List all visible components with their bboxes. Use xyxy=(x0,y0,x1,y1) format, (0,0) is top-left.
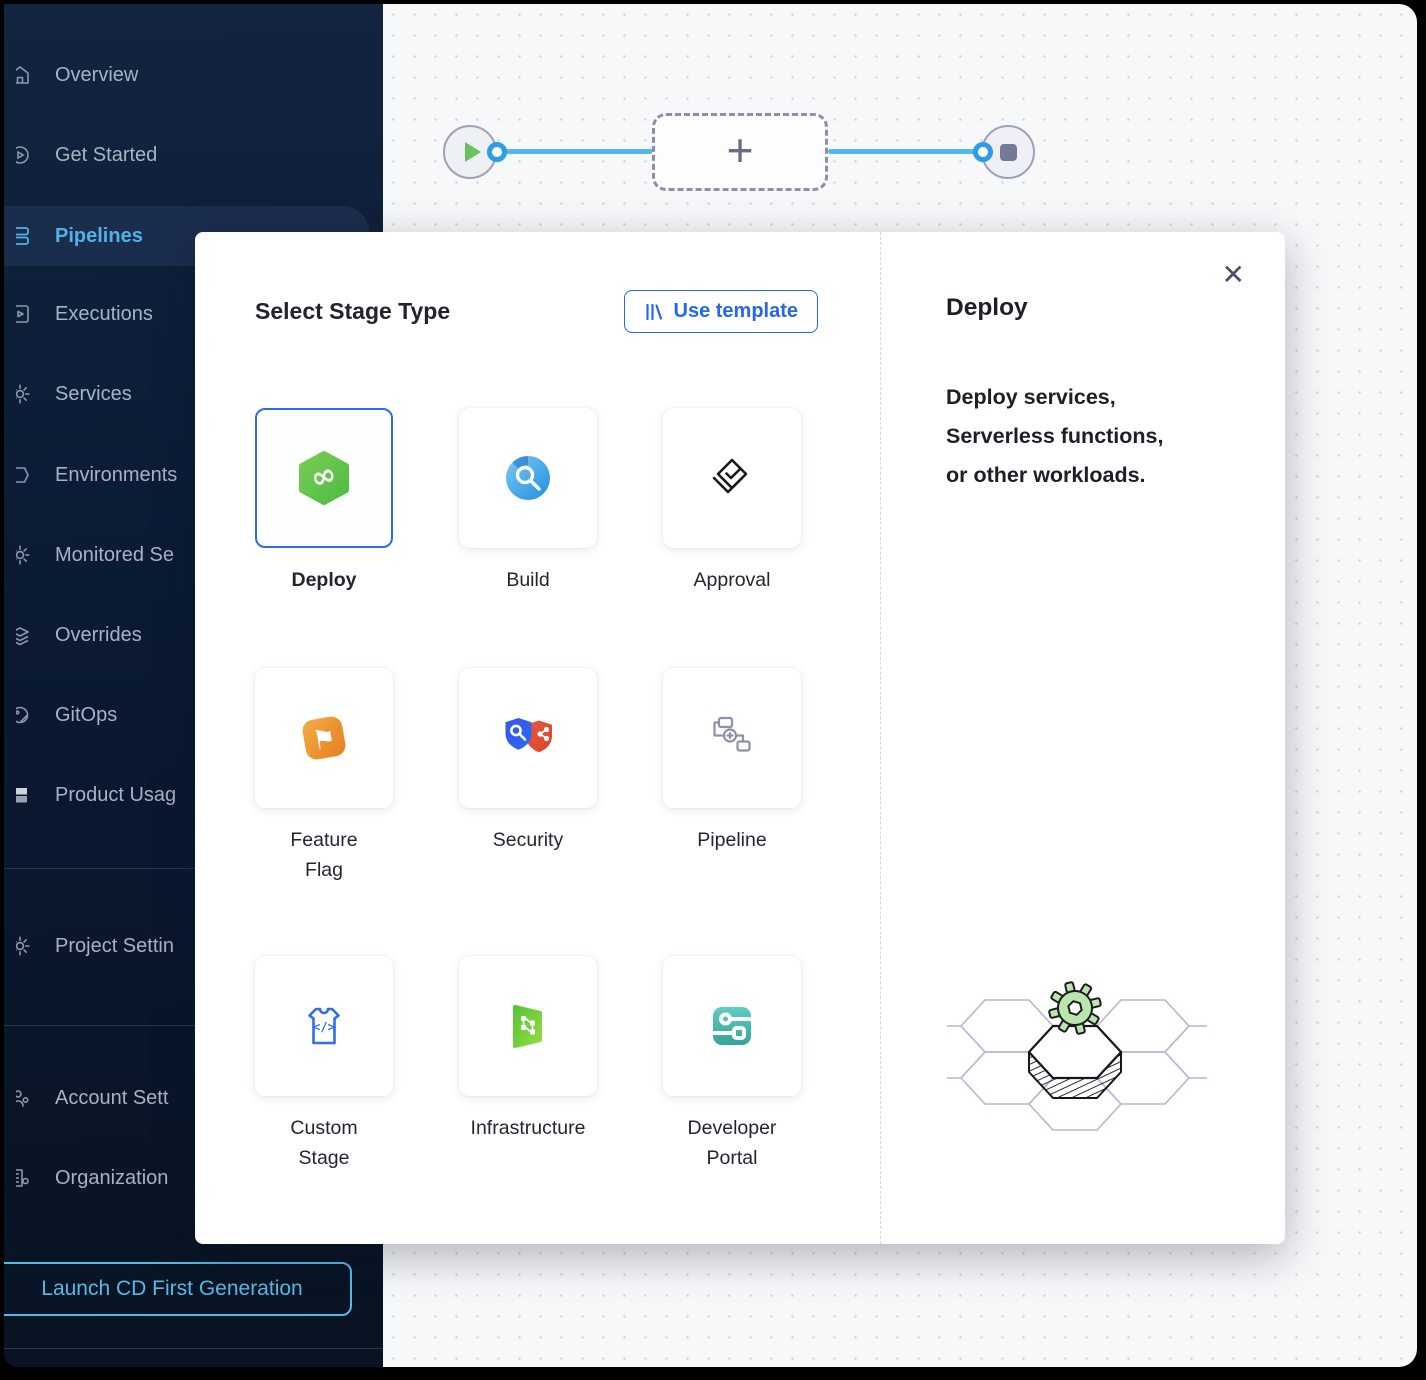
stage-label: Custom Stage xyxy=(239,1113,409,1173)
start-node-port[interactable] xyxy=(487,142,507,162)
app-window: + Overview Get Started Pipelines Executi… xyxy=(0,0,1426,1380)
stage-card-feature-flag[interactable]: ⚑ Feature Flag xyxy=(255,668,393,956)
deploy-stage-icon: ∞ xyxy=(296,450,352,506)
sidebar-item-label: Services xyxy=(55,383,132,406)
stage-card-developer-portal[interactable]: Developer Portal xyxy=(663,956,801,1173)
sidebar-item-label: Overview xyxy=(55,64,138,87)
stage-label: Developer Portal xyxy=(647,1113,817,1173)
plus-icon: + xyxy=(727,127,754,173)
stage-card-infrastructure[interactable]: Infrastructure xyxy=(459,956,597,1173)
product-usage-icon xyxy=(16,783,36,807)
use-template-button[interactable]: Use template xyxy=(624,290,819,333)
sidebar-item-label: GitOps xyxy=(55,704,117,727)
sidebar-item-label: Environments xyxy=(55,464,177,487)
sidebar-item-label: Overrides xyxy=(55,624,142,647)
stage-detail-title: Deploy xyxy=(946,294,1285,322)
sidebar-item-label: Get Started xyxy=(55,144,157,167)
sidebar-item-get-started[interactable]: Get Started xyxy=(4,133,383,177)
stage-card-deploy[interactable]: ∞ Deploy xyxy=(255,408,393,668)
stage-card-build[interactable]: Build xyxy=(459,408,597,668)
stage-label: Build xyxy=(443,565,613,595)
connector-line xyxy=(828,149,976,154)
custom-stage-icon: </> xyxy=(296,998,352,1054)
stage-detail-description: Deploy services, Serverless functions, o… xyxy=(946,378,1257,495)
sidebar-item-label: Project Settin xyxy=(55,935,174,958)
stage-detail-panel: ✕ Deploy Deploy services, Serverless fun… xyxy=(880,232,1285,1244)
svg-text:</>: </> xyxy=(313,1020,335,1034)
pipeline-stage-icon xyxy=(704,710,760,766)
pipelines-icon xyxy=(16,224,36,248)
infrastructure-stage-icon xyxy=(500,998,556,1054)
monitored-services-icon xyxy=(16,543,36,567)
select-stage-type-modal: Select Stage Type Use template ∞ Deploy xyxy=(195,232,1285,1244)
end-node-port[interactable] xyxy=(973,142,993,162)
stage-label: Feature Flag xyxy=(239,825,409,885)
stage-card-custom-stage[interactable]: </> Custom Stage xyxy=(255,956,393,1173)
developer-portal-stage-icon xyxy=(704,998,760,1054)
get-started-icon xyxy=(16,143,36,167)
sidebar-item-label: Product Usag xyxy=(55,784,176,807)
stage-label: Pipeline xyxy=(647,825,817,855)
overview-icon xyxy=(16,63,36,87)
gitops-icon xyxy=(16,703,36,727)
stage-grid: ∞ Deploy Build xyxy=(255,408,801,1173)
organization-icon xyxy=(16,1166,36,1190)
close-icon[interactable]: ✕ xyxy=(1216,260,1251,290)
connector-line xyxy=(505,149,653,154)
sidebar-item-label: Executions xyxy=(55,303,153,326)
stage-label: Approval xyxy=(647,565,817,595)
stage-label: Deploy xyxy=(239,565,409,595)
approval-stage-icon xyxy=(704,450,760,506)
deploy-illustration xyxy=(947,970,1207,1175)
executions-icon xyxy=(16,302,36,326)
template-library-icon xyxy=(644,302,664,322)
sidebar-divider xyxy=(4,1348,383,1349)
sidebar-item-overview[interactable]: Overview xyxy=(4,53,383,97)
security-stage-icon xyxy=(500,710,556,766)
feature-flag-stage-icon: ⚑ xyxy=(296,710,352,766)
stage-card-approval[interactable]: Approval xyxy=(663,408,801,668)
play-icon xyxy=(465,142,481,162)
stop-icon xyxy=(1000,144,1017,161)
sidebar-item-label: Monitored Se xyxy=(55,544,174,567)
stage-type-panel: Select Stage Type Use template ∞ Deploy xyxy=(195,232,880,1244)
sidebar-item-label: Organization xyxy=(55,1167,168,1190)
sidebar-item-label: Account Sett xyxy=(55,1087,168,1110)
services-icon xyxy=(16,382,36,406)
stage-label: Security xyxy=(443,825,613,855)
sidebar-item-label: Pipelines xyxy=(55,225,143,248)
stage-label: Infrastructure xyxy=(443,1113,613,1143)
environments-icon xyxy=(16,463,36,487)
stage-card-pipeline[interactable]: Pipeline xyxy=(663,668,801,956)
account-settings-icon xyxy=(16,1086,36,1110)
add-stage-node[interactable]: + xyxy=(652,113,828,191)
build-stage-icon xyxy=(500,450,556,506)
stage-card-security[interactable]: Security xyxy=(459,668,597,956)
project-settings-icon xyxy=(16,934,36,958)
modal-title: Select Stage Type xyxy=(255,298,450,325)
launch-cd-first-generation-button[interactable]: Launch CD First Generation xyxy=(4,1262,352,1316)
overrides-icon xyxy=(16,623,36,647)
